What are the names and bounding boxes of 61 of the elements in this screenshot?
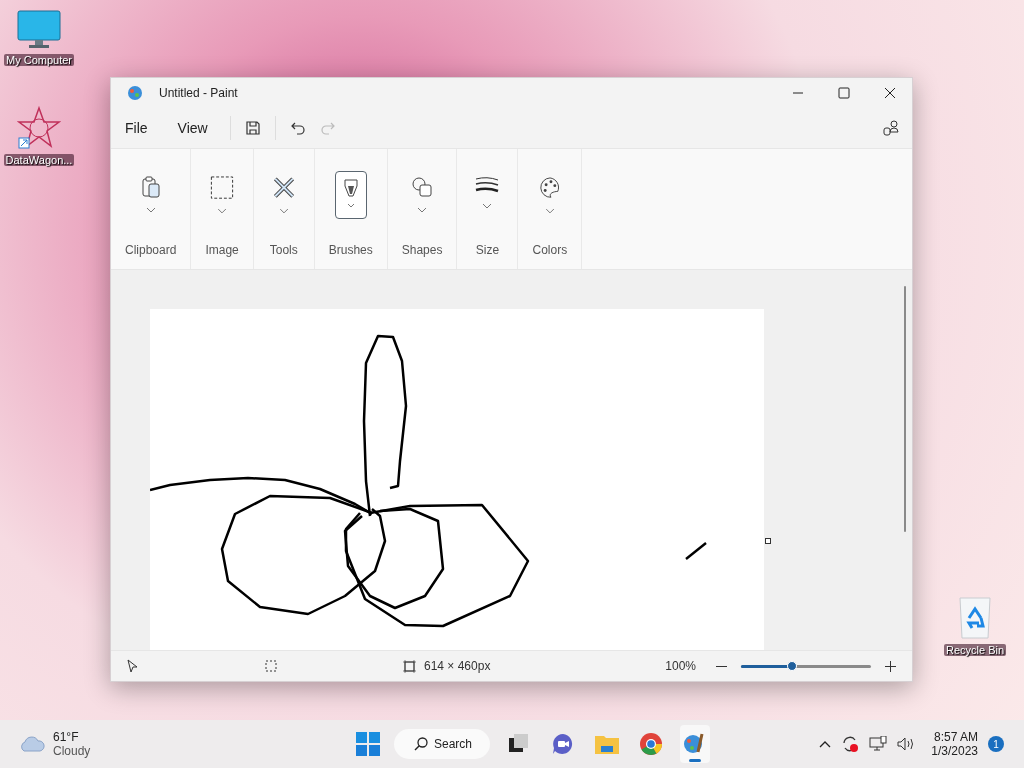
zoom-slider[interactable] <box>741 664 871 668</box>
chevron-down-icon <box>418 208 427 213</box>
desktop-icon-label[interactable]: My Computer <box>4 54 74 66</box>
browser-icon <box>639 732 664 756</box>
zoom-in-icon[interactable] <box>885 660 896 672</box>
search-icon <box>414 737 428 751</box>
line-width-icon <box>475 176 500 194</box>
taskbar-app-active[interactable] <box>680 725 711 763</box>
group-label: Tools <box>269 243 298 257</box>
desktop-icon-label[interactable]: Recycle Bin <box>943 644 1007 656</box>
clock-time[interactable]: 8:57 AM <box>933 730 978 744</box>
video-chat-icon <box>552 733 575 755</box>
close-icon[interactable] <box>884 87 896 99</box>
task-view-icon <box>509 734 530 754</box>
people-icon[interactable] <box>882 119 900 137</box>
notification-badge[interactable]: 1 <box>988 736 1004 752</box>
paint-app-icon <box>127 85 143 101</box>
chevron-up-icon[interactable] <box>819 740 832 748</box>
chevron-down-icon <box>483 204 492 209</box>
temperature-text[interactable]: 61°F <box>53 730 91 744</box>
sync-icon[interactable] <box>841 735 860 753</box>
weather-condition[interactable]: Cloudy <box>53 744 91 758</box>
window-title: Untitled - Paint <box>159 86 238 100</box>
chevron-down-icon <box>545 209 554 214</box>
selection-icon <box>265 660 277 672</box>
star-pattern-icon[interactable] <box>17 106 61 150</box>
menu-item[interactable]: File <box>117 114 156 142</box>
selection-icon <box>210 176 235 200</box>
resize-handle[interactable] <box>765 538 771 544</box>
zoom-percentage: 100% <box>665 659 696 673</box>
group-label: Clipboard <box>125 243 177 257</box>
clipboard-icon <box>140 176 161 198</box>
folder-icon <box>595 734 620 754</box>
brushes-tool-button[interactable] <box>334 171 367 219</box>
chevron-down-icon <box>279 209 288 214</box>
maximize-icon[interactable] <box>838 87 850 99</box>
chevron-down-icon <box>146 208 155 213</box>
save-icon[interactable] <box>244 120 261 136</box>
zoom-slider-thumb[interactable] <box>786 660 797 671</box>
palette-icon <box>537 176 562 200</box>
network-icon[interactable] <box>869 736 888 752</box>
undo-icon[interactable] <box>289 120 306 136</box>
group-label: Image <box>205 243 239 257</box>
scrollbar-thumb[interactable] <box>903 286 906 532</box>
menu-item[interactable]: View <box>169 114 216 142</box>
monitor-icon[interactable] <box>17 10 61 50</box>
windows-start-icon[interactable] <box>356 732 380 756</box>
clock-date[interactable]: 1/3/2023 <box>931 744 978 758</box>
volume-icon[interactable] <box>897 737 916 751</box>
group-label: Shapes <box>401 243 443 257</box>
group-label: Colors <box>532 243 568 257</box>
desktop-icon-label[interactable]: DataWagon... <box>3 154 75 166</box>
pointer-icon <box>127 659 139 673</box>
recycle-bin-icon[interactable] <box>958 596 992 640</box>
chevron-down-icon <box>218 209 227 214</box>
group-label: Size <box>475 243 500 257</box>
canvas-size-icon <box>403 659 416 673</box>
taskbar-search-button[interactable]: Search <box>394 729 491 759</box>
canvas-dimensions: 614 × 460px <box>424 659 491 673</box>
group-label: Brushes <box>328 243 373 257</box>
shapes-icon <box>411 176 434 198</box>
